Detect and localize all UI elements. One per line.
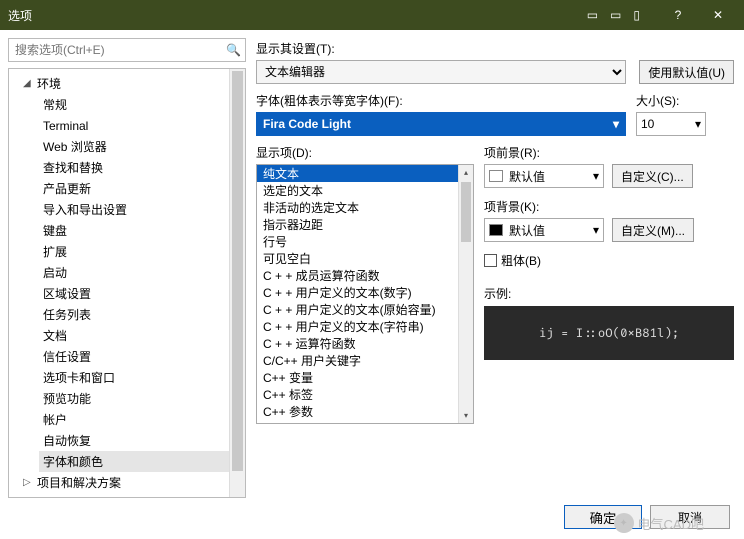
list-item[interactable]: 行号 xyxy=(257,233,458,250)
list-scrollbar[interactable]: ▴ ▾ xyxy=(458,165,473,423)
help-button[interactable]: ? xyxy=(660,3,696,27)
color-swatch xyxy=(489,224,503,236)
background-label: 项背景(K): xyxy=(484,198,604,215)
search-box[interactable]: 🔍 xyxy=(8,38,246,62)
list-item[interactable]: C + + 用户定义的文本(字符串) xyxy=(257,318,458,335)
list-item[interactable]: C + + 运算符函数 xyxy=(257,335,458,352)
chevron-right-icon: ▷ xyxy=(23,477,37,488)
foreground-select[interactable]: 默认值 ▾ xyxy=(484,164,604,188)
tree-item[interactable]: 常规 xyxy=(39,94,245,115)
list-item[interactable]: 纯文本 xyxy=(257,165,458,182)
tool-icon-1[interactable]: ▭ xyxy=(587,8,598,22)
tree-item[interactable]: 启动 xyxy=(39,262,245,283)
sample-label: 示例: xyxy=(484,285,734,302)
list-item[interactable]: C++ 变量 xyxy=(257,369,458,386)
chevron-down-icon: ▾ xyxy=(695,117,701,131)
ok-button[interactable]: 确定 xyxy=(564,505,642,529)
list-item[interactable]: 指示器边距 xyxy=(257,216,458,233)
show-settings-select[interactable]: 文本编辑器 xyxy=(256,60,626,84)
list-item[interactable]: C++ 标签 xyxy=(257,386,458,403)
tree-item[interactable]: 预览功能 xyxy=(39,388,245,409)
tree-item[interactable]: 扩展 xyxy=(39,241,245,262)
window-title: 选项 xyxy=(8,7,587,24)
list-item[interactable]: C/C++ 用户关键字 xyxy=(257,352,458,369)
list-item[interactable]: C + + 用户定义的文本(原始容量) xyxy=(257,301,458,318)
foreground-label: 项前景(R): xyxy=(484,144,604,161)
close-button[interactable]: ✕ xyxy=(700,3,736,27)
list-item[interactable]: 非活动的选定文本 xyxy=(257,199,458,216)
font-label: 字体(粗体表示等宽字体)(F): xyxy=(256,92,626,109)
show-settings-label: 显示其设置(T): xyxy=(256,40,734,57)
search-input[interactable] xyxy=(13,42,226,58)
font-value: Fira Code Light xyxy=(263,117,351,131)
font-select[interactable]: Fira Code Light ▾ xyxy=(256,112,626,136)
tree-item[interactable]: 导入和导出设置 xyxy=(39,199,245,220)
list-item[interactable]: C + + 用户定义的文本(数字) xyxy=(257,284,458,301)
tree-item[interactable]: Web 浏览器 xyxy=(39,136,245,157)
search-icon: 🔍 xyxy=(226,43,241,57)
display-items-list[interactable]: 纯文本 选定的文本 非活动的选定文本 指示器边距 行号 可见空白 C + + 成… xyxy=(256,164,474,424)
tree-item[interactable]: 任务列表 xyxy=(39,304,245,325)
chevron-down-icon: ▾ xyxy=(593,223,599,237)
tool-icon-2[interactable]: ▭ xyxy=(610,8,621,22)
custom-fg-button[interactable]: 自定义(C)... xyxy=(612,164,693,188)
scroll-down-icon[interactable]: ▾ xyxy=(459,408,473,423)
tree-item[interactable]: Terminal xyxy=(39,115,245,136)
background-select[interactable]: 默认值 ▾ xyxy=(484,218,604,242)
tree-node-environment[interactable]: ◢ 环境 xyxy=(19,73,245,94)
list-item[interactable]: C + + 成员运算符函数 xyxy=(257,267,458,284)
chevron-down-icon: ▾ xyxy=(593,169,599,183)
chevron-down-icon: ▾ xyxy=(613,117,619,131)
tree-item[interactable]: 产品更新 xyxy=(39,178,245,199)
cancel-button[interactable]: 取消 xyxy=(650,505,730,529)
list-item[interactable]: 可见空白 xyxy=(257,250,458,267)
checkbox-icon xyxy=(484,254,497,267)
color-swatch xyxy=(489,170,503,182)
sample-preview: ij = I::oO(0xB81l); xyxy=(484,306,734,360)
tree-item[interactable]: 键盘 xyxy=(39,220,245,241)
tree-item[interactable]: 区域设置 xyxy=(39,283,245,304)
tree-item[interactable]: 帐户 xyxy=(39,409,245,430)
size-label: 大小(S): xyxy=(636,92,706,109)
custom-bg-button[interactable]: 自定义(M)... xyxy=(612,218,694,242)
list-item[interactable]: 选定的文本 xyxy=(257,182,458,199)
display-items-label: 显示项(D): xyxy=(256,144,474,161)
tree-item[interactable]: 信任设置 xyxy=(39,346,245,367)
tree-node-projects[interactable]: ▷ 项目和解决方案 xyxy=(19,472,245,493)
tool-icon-3[interactable]: ▯ xyxy=(633,8,640,22)
titlebar-tools: ▭ ▭ ▯ xyxy=(587,8,640,22)
size-select[interactable]: 10 ▾ xyxy=(636,112,706,136)
tree-item[interactable]: 自动恢复 xyxy=(39,430,245,451)
tree-item-fonts-colors[interactable]: 字体和颜色 xyxy=(39,451,245,472)
use-defaults-button[interactable]: 使用默认值(U) xyxy=(639,60,734,84)
tree-item[interactable]: 文档 xyxy=(39,325,245,346)
tree-scrollbar[interactable] xyxy=(229,69,245,497)
tree-item[interactable]: 选项卡和窗口 xyxy=(39,367,245,388)
bold-checkbox[interactable]: 粗体(B) xyxy=(484,252,734,269)
scroll-up-icon[interactable]: ▴ xyxy=(459,165,473,180)
chevron-down-icon: ◢ xyxy=(23,78,37,89)
titlebar: 选项 ▭ ▭ ▯ ? ✕ xyxy=(0,0,744,30)
nav-tree[interactable]: ◢ 环境 常规 Terminal Web 浏览器 查找和替换 产品更新 导入和导… xyxy=(8,68,246,498)
tree-item[interactable]: 查找和替换 xyxy=(39,157,245,178)
list-item[interactable]: C++ 参数 xyxy=(257,403,458,420)
